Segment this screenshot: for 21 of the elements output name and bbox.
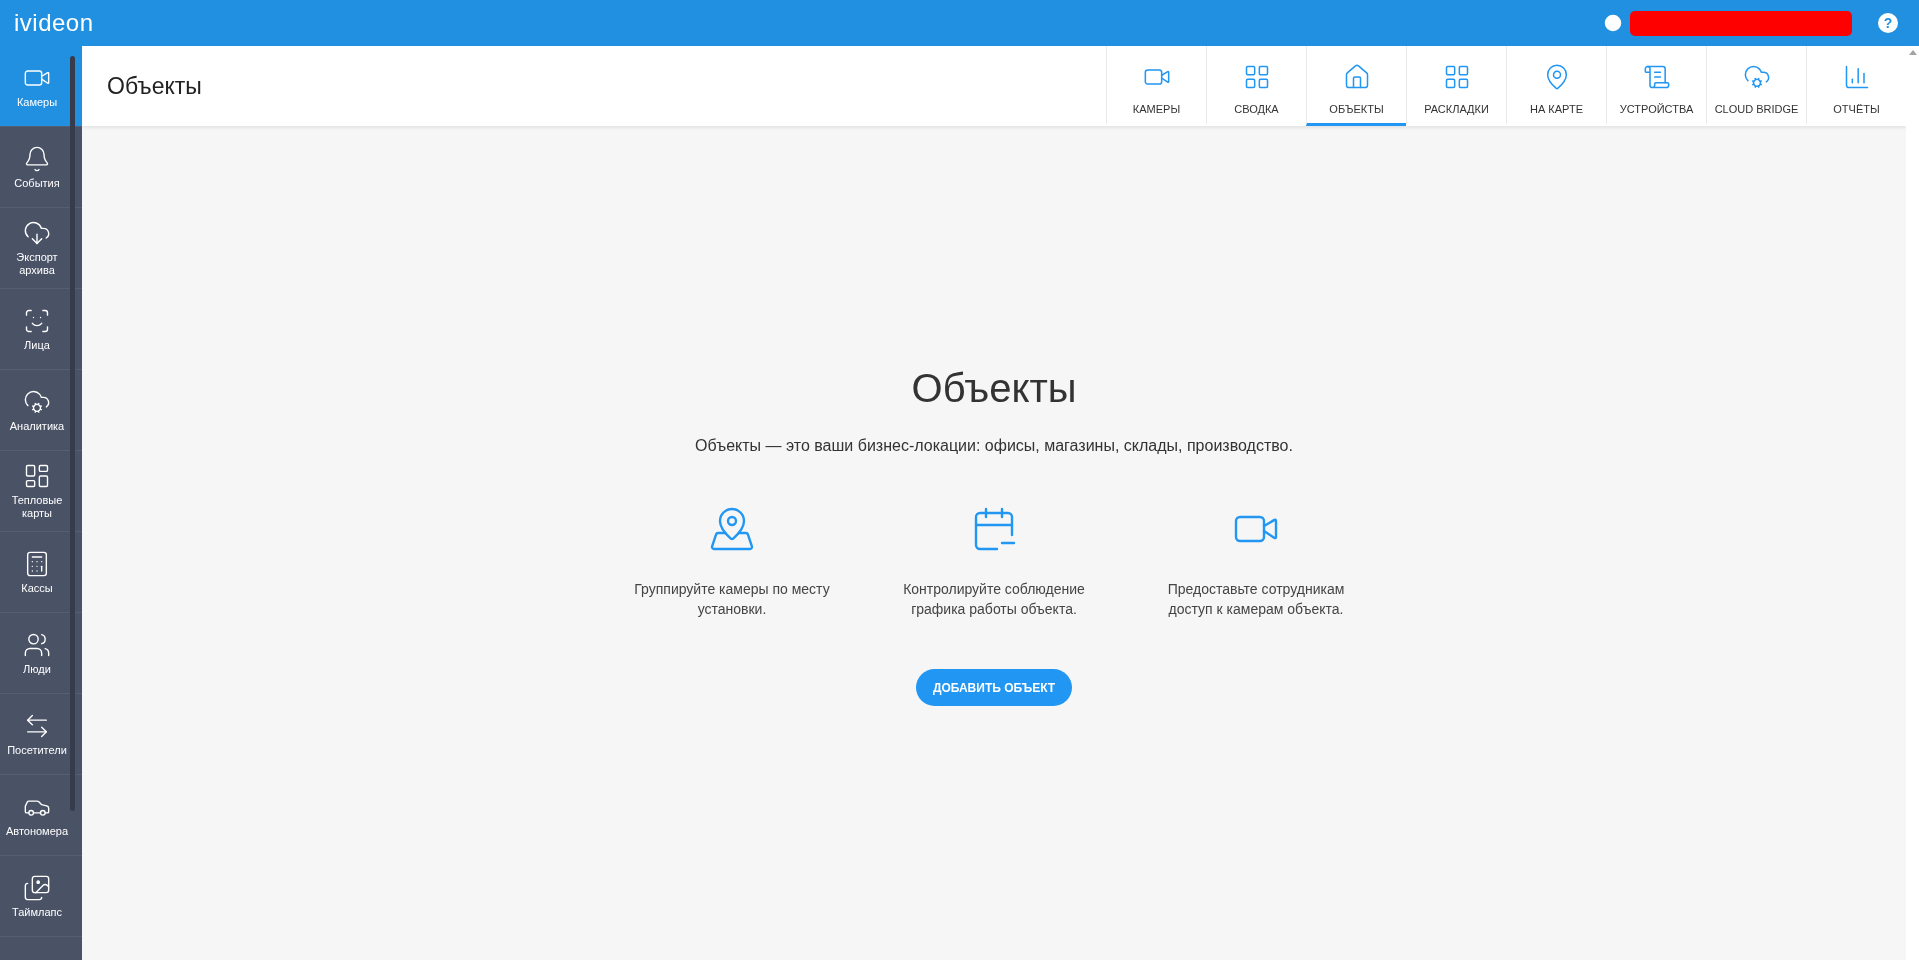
page-title: Объекты: [106, 72, 203, 100]
images-icon: [23, 873, 51, 902]
cloud-download-icon: [23, 219, 51, 247]
nav-tab[interactable]: УСТРОЙСТВА: [1606, 46, 1706, 126]
heading: Объекты: [911, 366, 1077, 411]
bell-icon: [23, 144, 51, 173]
scrollbar[interactable]: [70, 56, 75, 811]
description: Объекты — это ваши бизнес-локации: офисы, магазины, склады, производство.: [695, 437, 1293, 455]
scroll-up-icon[interactable]: [1908, 50, 1917, 55]
nav-tab[interactable]: НА КАРТЕ: [1506, 46, 1606, 126]
feature-text: Предоставьте сотрудникам доступ к камерам объекта.: [1166, 580, 1346, 619]
feature-text: Контролируйте соблюдение графика работы объекта.: [902, 580, 1086, 619]
nav-tab[interactable]: РАСКЛАДКИ: [1406, 46, 1506, 126]
nav-tab[interactable]: CLOUD BRIDGE: [1706, 46, 1806, 126]
nav-tab[interactable]: КАМЕРЫ: [1106, 46, 1206, 126]
feature-text: Группируйте камеры по месту установки.: [633, 580, 831, 619]
cloud-icon: [1742, 63, 1771, 91]
nav-tab[interactable]: СВОДКА: [1206, 46, 1306, 126]
map-pin-icon: [708, 505, 756, 553]
nav-tab[interactable]: ОБЪЕКТЫ: [1306, 46, 1406, 126]
logo: ivideon: [14, 9, 94, 37]
